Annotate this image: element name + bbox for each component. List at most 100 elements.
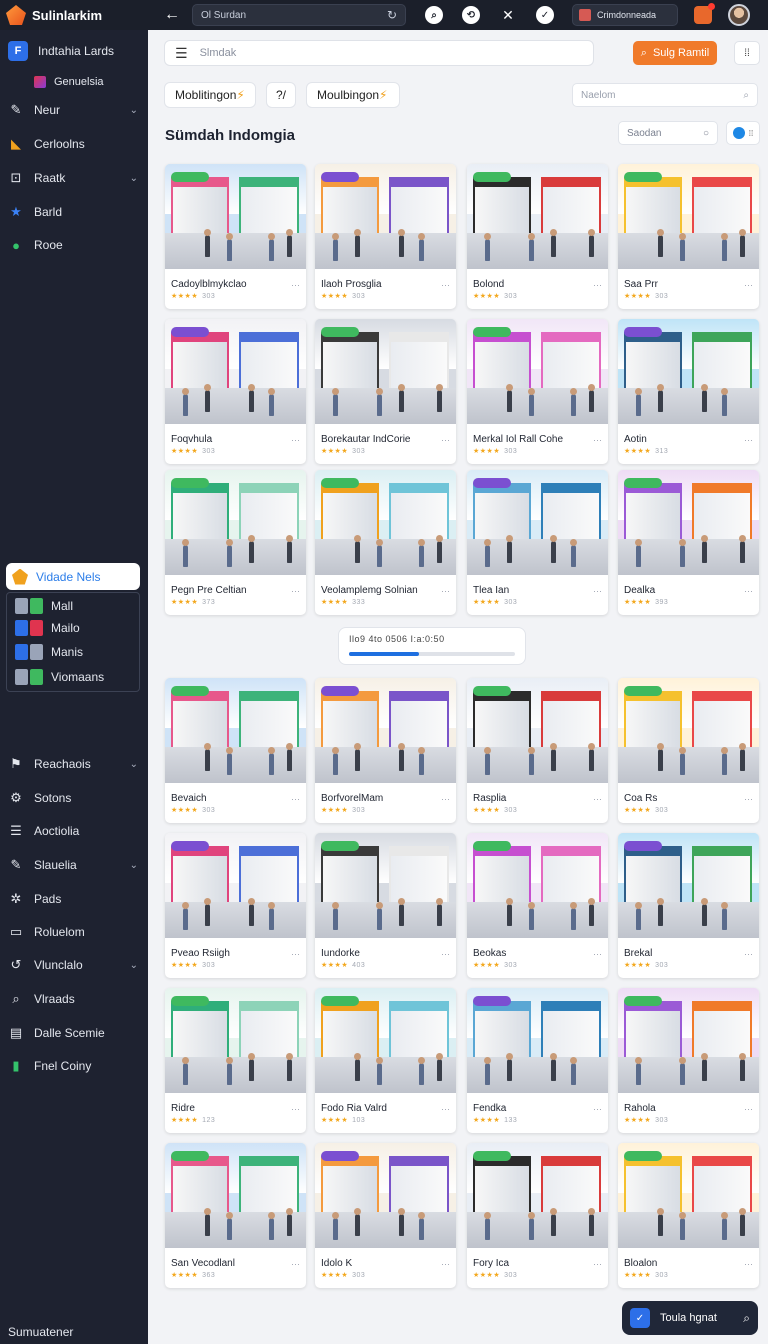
more-options-icon[interactable]: ··· [291, 586, 300, 596]
more-options-icon[interactable]: ··· [441, 794, 450, 804]
store-card[interactable]: Saa Prr ★★★★ 303 ··· [618, 164, 759, 309]
store-card[interactable]: BorfvorelMam ★★★★ 303 ··· [315, 678, 456, 823]
more-options-icon[interactable]: ··· [291, 1259, 300, 1269]
view-toggle[interactable]: ⁞⁞ [726, 121, 760, 145]
sidebar-item-vlunclalo[interactable]: ↺ Vlunclalo ⌄ [0, 952, 148, 978]
chevron-down-icon[interactable]: ⌄ [130, 960, 138, 971]
store-card[interactable]: Rasplia ★★★★ 303 ··· [467, 678, 608, 823]
close-icon[interactable]: ✕ [499, 6, 517, 24]
store-card[interactable]: Bevaich ★★★★ 303 ··· [165, 678, 306, 823]
brand[interactable]: Sulinlarkim [0, 5, 148, 25]
more-options-icon[interactable]: ··· [593, 1104, 602, 1114]
chevron-down-icon[interactable]: ⌄ [130, 759, 138, 770]
more-options-icon[interactable]: ··· [441, 586, 450, 596]
filter-input[interactable]: Naelom ⌕ [572, 83, 758, 107]
store-card[interactable]: Ilaoh Prosglia ★★★★ 303 ··· [315, 164, 456, 309]
primary-action-button[interactable]: ⌕ Sulg Ramtil [633, 41, 717, 65]
more-options-icon[interactable]: ··· [441, 949, 450, 959]
search-icon[interactable]: ⌕ [425, 6, 443, 24]
url-bar[interactable]: Ol Surdan ↻ [192, 4, 406, 26]
sidebar-item-pads[interactable]: ✲ Pads [0, 886, 148, 912]
store-card[interactable]: Iundorke ★★★★ 403 ··· [315, 833, 456, 978]
store-card[interactable]: San Vecodlanl ★★★★ 363 ··· [165, 1143, 306, 1288]
more-options-icon[interactable]: ··· [291, 794, 300, 804]
reload-icon[interactable]: ↻ [387, 8, 397, 22]
store-card[interactable]: Cadoylblmykclao ★★★★ 303 ··· [165, 164, 306, 309]
more-options-icon[interactable]: ··· [291, 435, 300, 445]
more-options-icon[interactable]: ··· [593, 949, 602, 959]
more-options-icon[interactable]: ··· [744, 435, 753, 445]
chat-widget[interactable]: ✓ Toula hgnat ⌕ [622, 1301, 758, 1335]
sidebar-item-cerloolns[interactable]: ◣ Cerloolns [0, 131, 148, 157]
store-card[interactable]: Fodo Ria Valrd ★★★★ 103 ··· [315, 988, 456, 1133]
refresh-circle-icon[interactable]: ⟲ [462, 6, 480, 24]
user-avatar[interactable] [728, 4, 750, 26]
sidebar-item-rooe[interactable]: ● Rooe [0, 232, 148, 258]
more-options-icon[interactable]: ··· [593, 280, 602, 290]
grid-icon[interactable]: ⁞⁞ [734, 41, 760, 65]
more-options-icon[interactable]: ··· [744, 586, 753, 596]
more-options-icon[interactable]: ··· [593, 1259, 602, 1269]
store-card[interactable]: Rahola ★★★★ 303 ··· [618, 988, 759, 1133]
more-options-icon[interactable]: ··· [441, 1259, 450, 1269]
more-options-icon[interactable]: ··· [291, 1104, 300, 1114]
store-card[interactable]: Veolamplemg Solnian ★★★★ 333 ··· [315, 470, 456, 615]
more-options-icon[interactable]: ··· [291, 280, 300, 290]
sidebar-item-dalle-scemie[interactable]: ▤ Dalle Scemie [0, 1020, 148, 1046]
store-card[interactable]: Fory Ica ★★★★ 303 ··· [467, 1143, 608, 1288]
sidebar-item-raatk[interactable]: ⊡ Raatk ⌄ [0, 165, 148, 191]
store-card[interactable]: Merkal Iol Rall Cohe ★★★★ 303 ··· [467, 319, 608, 464]
sidebar-item-neur[interactable]: ✎ Neur ⌄ [0, 97, 148, 123]
filter-chip-2[interactable]: ?/ [266, 82, 296, 108]
chevron-down-icon[interactable]: ⌄ [130, 860, 138, 871]
sidebar-item-barld[interactable]: ★ Barld [0, 199, 148, 225]
arrow-left-icon[interactable]: ← [162, 6, 182, 24]
store-card[interactable]: Aotin ★★★★ 313 ··· [618, 319, 759, 464]
account-switcher[interactable]: Crimdonneada [572, 4, 678, 26]
store-card[interactable]: Pveao Rsiigh ★★★★ 303 ··· [165, 833, 306, 978]
store-card[interactable]: Pegn Pre Celtian ★★★★ 373 ··· [165, 470, 306, 615]
more-options-icon[interactable]: ··· [441, 280, 450, 290]
store-card[interactable]: Borekautar IndCorie ★★★★ 303 ··· [315, 319, 456, 464]
store-card[interactable]: Tlea Ian ★★★★ 303 ··· [467, 470, 608, 615]
sidebar-project[interactable]: F Indtahia Lards Genuelsia [0, 38, 148, 88]
more-options-icon[interactable]: ··· [593, 435, 602, 445]
more-options-icon[interactable]: ··· [291, 949, 300, 959]
store-card[interactable]: Dealka ★★★★ 393 ··· [618, 470, 759, 615]
search-input[interactable]: ☰ Slmdak [164, 40, 594, 66]
sidebar-item-active[interactable]: Vidade Nels [6, 563, 140, 590]
more-options-icon[interactable]: ··· [744, 794, 753, 804]
more-options-icon[interactable]: ··· [744, 949, 753, 959]
search-icon[interactable]: ⌕ [743, 1311, 750, 1326]
notification-bell-icon[interactable] [694, 3, 715, 24]
more-options-icon[interactable]: ··· [593, 794, 602, 804]
sidebar-item-reachaois[interactable]: ⚑ Reachaois ⌄ [0, 751, 148, 777]
chevron-down-icon[interactable]: ⌄ [130, 105, 138, 116]
store-card[interactable]: Foqvhula ★★★★ 303 ··· [165, 319, 306, 464]
store-card[interactable]: Ridre ★★★★ 123 ··· [165, 988, 306, 1133]
sidebar-sub-item-manis[interactable]: Manis [15, 644, 83, 660]
filter-chip-3[interactable]: Moulbingon ⚡ [306, 82, 400, 108]
sidebar-item-slauelia[interactable]: ✎ Slauelia ⌄ [0, 852, 148, 878]
more-options-icon[interactable]: ··· [744, 1104, 753, 1114]
check-circle-icon[interactable]: ✓ [536, 6, 554, 24]
more-options-icon[interactable]: ··· [441, 1104, 450, 1114]
sidebar-sub-item-mall[interactable]: Mall [15, 598, 73, 614]
store-card[interactable]: Bolond ★★★★ 303 ··· [467, 164, 608, 309]
more-options-icon[interactable]: ··· [441, 435, 450, 445]
store-card[interactable]: Brekal ★★★★ 303 ··· [618, 833, 759, 978]
sidebar-item-roluelom[interactable]: ▭ Roluelom [0, 919, 148, 945]
store-card[interactable]: Bloalon ★★★★ 303 ··· [618, 1143, 759, 1288]
more-options-icon[interactable]: ··· [593, 586, 602, 596]
sort-dropdown[interactable]: Saodan ○ [618, 121, 718, 145]
store-card[interactable]: Coa Rs ★★★★ 303 ··· [618, 678, 759, 823]
store-card[interactable]: Fendka ★★★★ 133 ··· [467, 988, 608, 1133]
more-options-icon[interactable]: ··· [744, 280, 753, 290]
hamburger-icon[interactable]: ☰ [175, 45, 188, 62]
more-options-icon[interactable]: ··· [744, 1259, 753, 1269]
sidebar-sub-item-mailo[interactable]: Mailo [15, 620, 80, 636]
sidebar-item-fnel-coiny[interactable]: ▮ Fnel Coiny [0, 1053, 148, 1079]
sidebar-footer[interactable]: Sumuatener [8, 1325, 73, 1339]
sidebar-sub-item-viomaans[interactable]: Viomaans [15, 669, 104, 685]
chevron-down-icon[interactable]: ⌄ [130, 173, 138, 184]
